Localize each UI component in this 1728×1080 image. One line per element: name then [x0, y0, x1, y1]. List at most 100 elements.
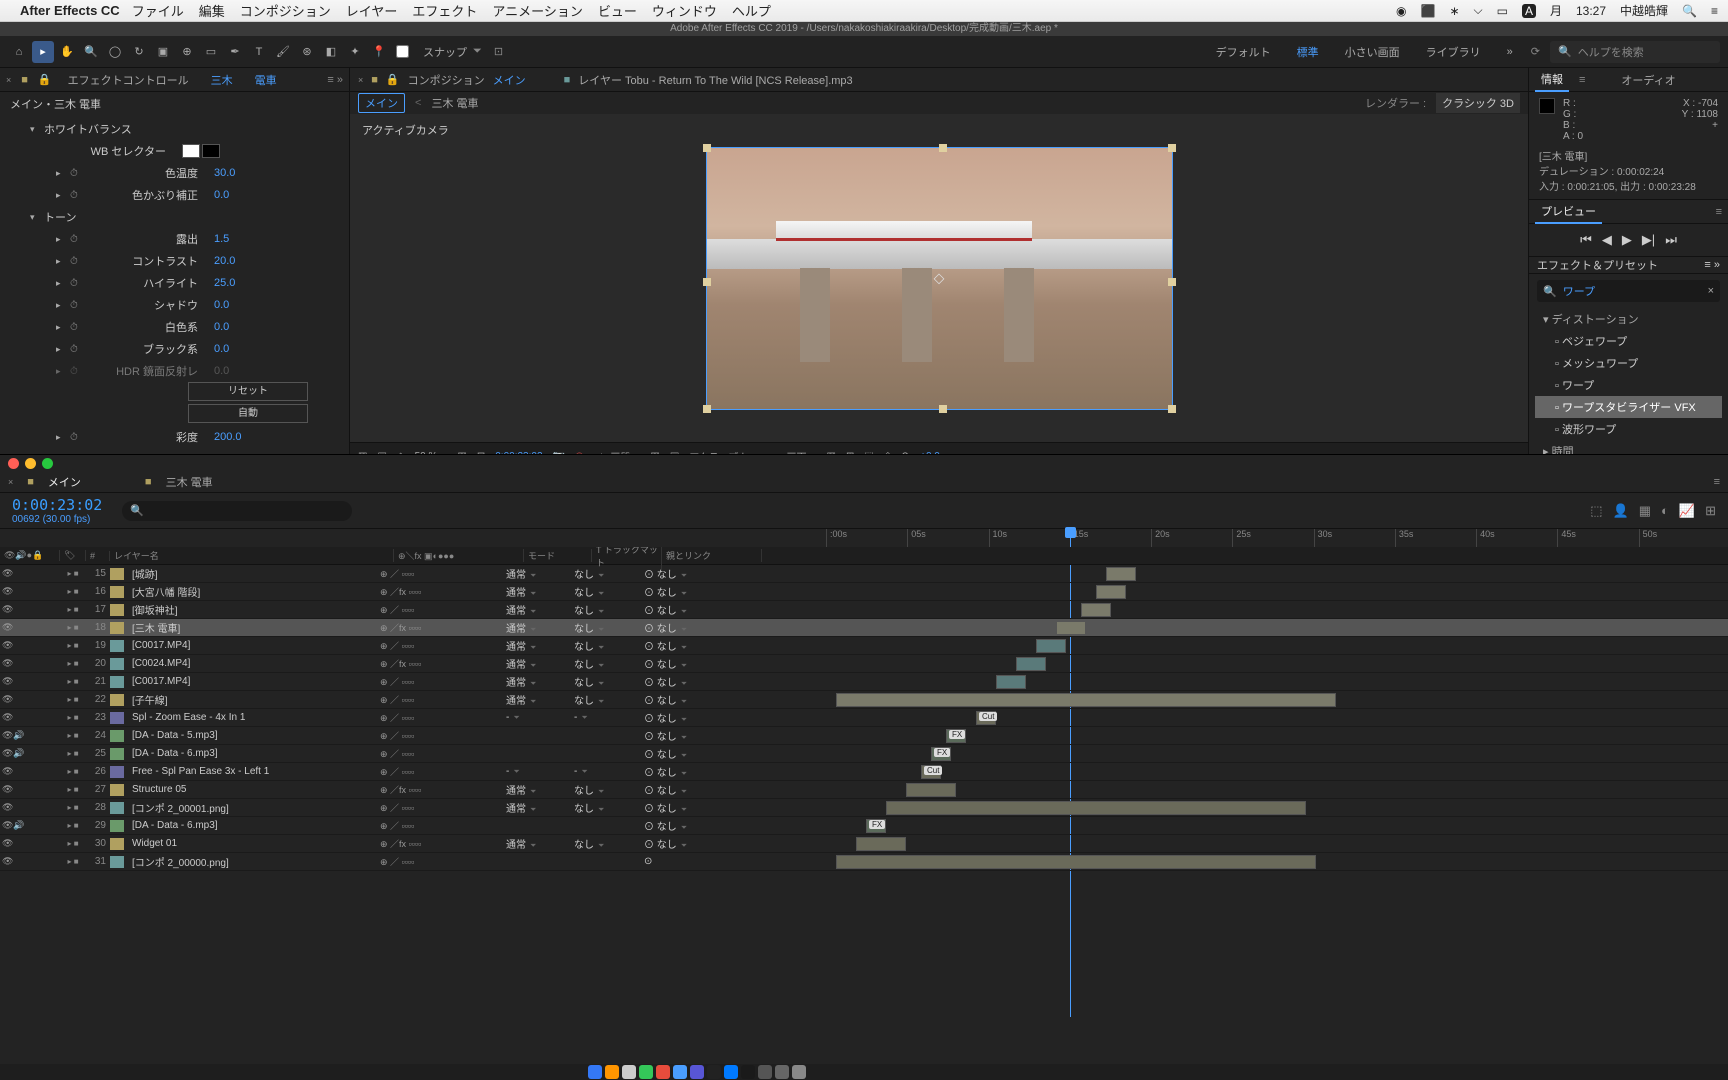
group-whitebalance[interactable]: ホワイトバランス — [44, 121, 132, 137]
pen-tool[interactable]: ✒ — [224, 41, 246, 63]
eraser-tool[interactable]: ◧ — [320, 41, 342, 63]
layer-bar[interactable] — [1106, 567, 1136, 581]
subtab-main[interactable]: メイン — [358, 93, 405, 113]
dock-app-icon[interactable] — [707, 1065, 721, 1079]
window-minimize-button[interactable] — [25, 458, 36, 469]
shy-icon[interactable]: 👤 — [1613, 503, 1629, 519]
zoom-tool[interactable]: 🔍 — [80, 41, 102, 63]
reset-button[interactable]: リセット — [188, 382, 308, 401]
layer-bar[interactable]: FX — [866, 819, 886, 833]
workspace-default[interactable]: デフォルト — [1208, 41, 1279, 63]
window-close-button[interactable] — [8, 458, 19, 469]
dock-app-icon[interactable] — [758, 1065, 772, 1079]
workspace-small[interactable]: 小さい画面 — [1337, 41, 1408, 63]
twirl-icon[interactable]: ▸ — [56, 278, 64, 289]
rotate-tool[interactable]: ↻ — [128, 41, 150, 63]
twirl-icon[interactable]: ▸ — [56, 300, 64, 311]
layer-bar[interactable] — [1081, 603, 1111, 617]
panel-close-icon[interactable]: × — [6, 75, 11, 85]
dropbox-icon[interactable]: ⬛ — [1420, 4, 1435, 18]
menu-view[interactable]: ビュー — [598, 1, 637, 20]
workspace-standard[interactable]: 標準 — [1289, 41, 1327, 63]
workspace-more-icon[interactable]: » — [1499, 43, 1521, 61]
twirl-icon[interactable]: ▸ — [56, 322, 64, 333]
graph-icon[interactable]: 📈 — [1679, 503, 1695, 519]
effect-item[interactable]: ▫ メッシュワープ — [1535, 352, 1722, 374]
clear-icon[interactable]: × — [1708, 285, 1714, 297]
dock-app-icon[interactable] — [775, 1065, 789, 1079]
stopwatch-icon[interactable]: ⏱ — [70, 168, 82, 179]
layer-bar[interactable]: Cut — [976, 711, 996, 725]
group-tone[interactable]: トーン — [44, 209, 76, 225]
stopwatch-icon[interactable]: ⏱ — [70, 278, 82, 289]
panel-close-icon[interactable]: × — [358, 75, 363, 85]
layer-bar[interactable] — [886, 801, 1306, 815]
brush-tool[interactable]: 🖌 — [272, 41, 294, 63]
panel-close-icon[interactable]: × — [8, 477, 13, 487]
twirl-icon[interactable]: ▸ — [56, 432, 64, 443]
stopwatch-icon[interactable]: ⏱ — [70, 432, 82, 443]
text-tool[interactable]: T — [248, 41, 270, 63]
layer-bar[interactable]: Cut — [921, 765, 941, 779]
effects-presets-tab[interactable]: エフェクト＆プリセット — [1537, 257, 1658, 273]
timeline-tab-sub[interactable]: 三木 電車 — [166, 474, 213, 490]
layer-bar[interactable] — [836, 855, 1316, 869]
val-shadows[interactable]: 0.0 — [214, 299, 229, 311]
swatch-eyedropper[interactable] — [202, 144, 220, 158]
window-zoom-button[interactable] — [42, 458, 53, 469]
menu-file[interactable]: ファイル — [132, 1, 184, 20]
user-name[interactable]: 中越皓輝 — [1620, 2, 1668, 19]
composition-frame[interactable]: ◇ — [707, 148, 1172, 409]
timeline-search[interactable]: 🔍 — [122, 501, 352, 521]
val-exposure[interactable]: 1.5 — [214, 233, 229, 245]
lock-icon[interactable]: 🔒 — [38, 73, 52, 86]
workspace-library[interactable]: ライブラリ — [1418, 41, 1489, 63]
wifi-icon[interactable]: ⌵ — [1474, 3, 1483, 18]
menu-help[interactable]: ヘルプ — [732, 1, 771, 20]
menu-icon[interactable]: ≡ — [1711, 4, 1718, 18]
info-tab[interactable]: 情報 — [1535, 68, 1569, 92]
dock-app-icon[interactable] — [724, 1065, 738, 1079]
dock-app-icon[interactable] — [656, 1065, 670, 1079]
snap-checkbox[interactable] — [396, 45, 409, 58]
anchor-tool[interactable]: ⊕ — [176, 41, 198, 63]
play-button[interactable]: ▶ — [1622, 232, 1632, 248]
val-colortemp[interactable]: 30.0 — [214, 167, 235, 179]
layer-bar[interactable]: FX — [946, 729, 966, 743]
subtab-miki[interactable]: 三木 電車 — [431, 95, 478, 111]
dock-app-icon[interactable] — [622, 1065, 636, 1079]
comp-mini-icon[interactable]: ⬚ — [1590, 503, 1602, 519]
twirl-icon[interactable]: ▸ — [56, 344, 64, 355]
twirl-icon[interactable]: ▸ — [56, 168, 64, 179]
clone-tool[interactable]: ⊛ — [296, 41, 318, 63]
preview-tab[interactable]: プレビュー — [1535, 200, 1602, 224]
clock-day[interactable]: 月 — [1550, 2, 1562, 19]
next-frame-button[interactable]: ▶| — [1642, 232, 1655, 248]
effect-item[interactable]: ▫ 波形ワープ — [1535, 418, 1722, 440]
twirl-icon[interactable]: ▸ — [56, 190, 64, 201]
brainstorm-icon[interactable]: ⊞ — [1705, 503, 1716, 519]
battery-icon[interactable]: ▭ — [1497, 4, 1508, 18]
timeline-tab-main[interactable]: メイン — [48, 474, 81, 490]
effect-controls-tab-label[interactable]: エフェクトコントロール — [62, 69, 195, 91]
swatch-white[interactable] — [182, 144, 200, 158]
stopwatch-icon[interactable]: ⏱ — [70, 322, 82, 333]
layer-bar[interactable] — [836, 693, 1336, 707]
roto-tool[interactable]: ✦ — [344, 41, 366, 63]
dock-trash-icon[interactable] — [792, 1065, 806, 1079]
stopwatch-icon[interactable]: ⏱ — [70, 344, 82, 355]
menu-layer[interactable]: レイヤー — [346, 1, 398, 20]
orbit-tool[interactable]: ◯ — [104, 41, 126, 63]
dock-app-icon[interactable] — [673, 1065, 687, 1079]
twirl-icon[interactable]: ▾ — [30, 124, 38, 135]
layer-bar[interactable] — [856, 837, 906, 851]
first-frame-button[interactable]: ⏮ — [1580, 232, 1592, 248]
layer-tab[interactable]: レイヤー Tobu - Return To The Wild [NCS Rele… — [578, 72, 852, 88]
composition-viewer[interactable]: アクティブカメラ ◇ — [350, 114, 1528, 442]
shape-tool[interactable]: ▭ — [200, 41, 222, 63]
stopwatch-icon[interactable]: ⏱ — [70, 256, 82, 267]
effects-category[interactable]: ▾ ディストーション — [1535, 308, 1722, 330]
time-ruler[interactable]: :00s 05s 10s 15s 20s 25s 30s 35s 40s 45s… — [826, 529, 1720, 547]
puppet-tool[interactable]: 📍 — [368, 41, 390, 63]
effect-controls-tab-link1[interactable]: 三木 — [205, 69, 239, 91]
